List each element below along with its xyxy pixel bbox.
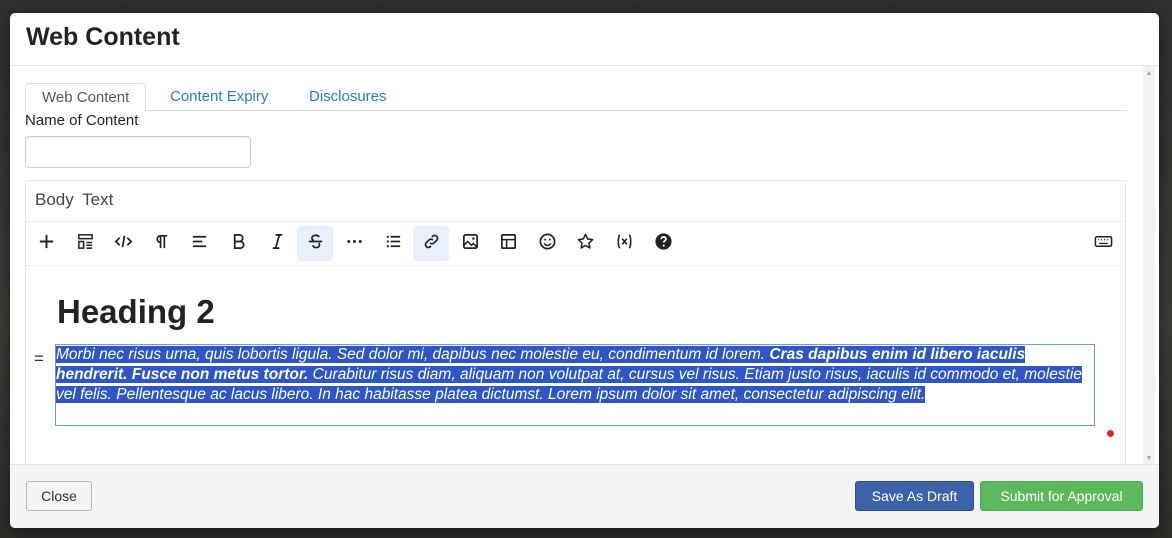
modal-scrollbar[interactable]: ▲ ▼	[1143, 66, 1155, 465]
pilcrow-icon	[152, 232, 171, 256]
block-type-button[interactable]	[67, 226, 103, 261]
editor-label: Body Text	[35, 190, 114, 209]
more-button[interactable]	[336, 226, 372, 261]
star-icon	[576, 232, 595, 256]
italic-button[interactable]	[259, 226, 295, 261]
image-button[interactable]	[452, 226, 488, 261]
close-button[interactable]: Close	[26, 481, 92, 511]
code-icon	[114, 232, 133, 256]
smiley-icon	[538, 232, 557, 256]
bold-icon	[229, 232, 248, 256]
italic-icon	[268, 232, 287, 256]
tab-content-expiry[interactable]: Content Expiry	[170, 83, 268, 110]
ellipsis-icon	[345, 232, 364, 256]
code-button[interactable]	[105, 226, 141, 261]
variable-button[interactable]	[606, 226, 642, 261]
bold-button[interactable]	[220, 226, 256, 261]
save-as-draft-button[interactable]: Save As Draft	[855, 481, 974, 511]
table-button[interactable]	[490, 226, 526, 261]
modal-footer: Close Save As Draft Submit for Approval	[10, 464, 1159, 528]
keyboard-icon	[1094, 232, 1113, 256]
editor-content[interactable]: Heading 2 = Morbi nec risus urna, quis l…	[26, 265, 1125, 465]
scroll-up-arrow-icon[interactable]: ▲	[1143, 68, 1155, 80]
link-button[interactable]	[413, 226, 449, 261]
tab-web-content[interactable]: Web Content	[25, 83, 147, 112]
editor-toolbar	[26, 221, 1125, 266]
status-indicator-dot	[1107, 430, 1114, 437]
list-icon	[384, 232, 403, 256]
submit-for-approval-button[interactable]: Submit for Approval	[980, 481, 1143, 511]
table-icon	[499, 232, 518, 256]
list-button[interactable]	[375, 226, 411, 261]
name-of-content-input[interactable]	[25, 136, 251, 168]
help-button[interactable]	[645, 226, 681, 261]
plus-icon	[37, 232, 56, 256]
emoji-button[interactable]	[529, 226, 565, 261]
tab-disclosures[interactable]: Disclosures	[309, 83, 387, 110]
web-content-modal: Web Content Web Content Content Expiry D…	[10, 13, 1159, 528]
keyboard-shortcuts-button[interactable]	[1085, 226, 1121, 261]
modal-title: Web Content	[26, 23, 180, 51]
link-icon	[422, 232, 441, 256]
layout-icon	[76, 232, 95, 256]
tab-bar: Web Content Content Expiry Disclosures	[25, 83, 1126, 112]
strikethrough-button[interactable]	[297, 226, 333, 261]
drag-handle-icon[interactable]: =	[34, 349, 44, 369]
name-of-content-label: Name of Content	[25, 112, 139, 129]
paragraph-button[interactable]	[143, 226, 179, 261]
help-icon	[654, 232, 673, 256]
strikethrough-icon	[306, 232, 325, 256]
body-text-editor: Body Text Heading 2 = Morbi nec risus ur…	[25, 180, 1126, 465]
modal-header: Web Content	[10, 13, 1159, 66]
align-left-icon	[190, 232, 209, 256]
content-heading[interactable]: Heading 2	[57, 293, 215, 331]
special-character-button[interactable]	[567, 226, 603, 261]
image-icon	[461, 232, 480, 256]
modal-body: Web Content Content Expiry Disclosures N…	[10, 66, 1159, 465]
add-block-button[interactable]	[28, 226, 64, 261]
variable-icon	[615, 232, 634, 256]
selected-paragraph[interactable]: Morbi nec risus urna, quis lobortis ligu…	[56, 345, 1086, 405]
align-button[interactable]	[181, 226, 217, 261]
